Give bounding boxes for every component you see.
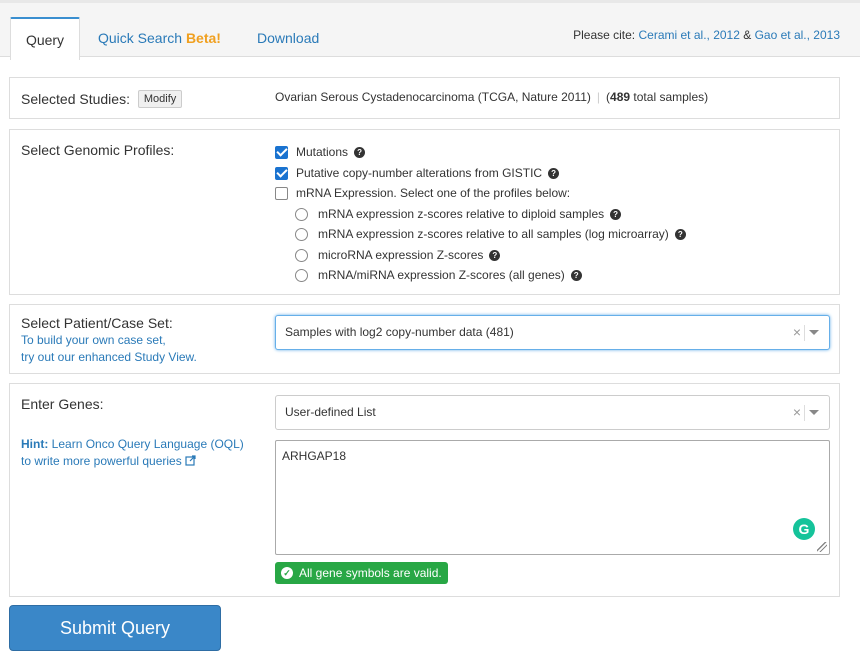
submit-query-button[interactable]: Submit Query xyxy=(9,605,221,651)
checkbox-cna[interactable]: Putative copy-number alterations from GI… xyxy=(275,166,560,180)
cite-amp: & xyxy=(743,28,752,42)
study-summary: Ovarian Serous Cystadenocarcinoma (TCGA,… xyxy=(275,90,709,104)
gene-input-textarea[interactable]: ARHGAP18 G xyxy=(275,440,830,555)
help-icon[interactable]: ? xyxy=(354,146,366,158)
selected-studies-label: Selected Studies: Modify xyxy=(21,90,183,108)
radio-label: mRNA/miRNA expression Z-scores (all gene… xyxy=(318,268,565,282)
genomic-profiles-panel: Select Genomic Profiles: Mutations ? Put… xyxy=(9,129,840,295)
clear-icon[interactable]: × xyxy=(793,396,801,429)
radio-mrna-mirna[interactable]: mRNA/miRNA expression Z-scores (all gene… xyxy=(295,268,582,282)
oql-link-line2[interactable]: to write more powerful queries xyxy=(21,454,182,468)
radio-label: microRNA expression Z-scores xyxy=(318,248,484,262)
help-icon[interactable]: ? xyxy=(548,167,560,179)
selected-studies-panel: Selected Studies: Modify Ovarian Serous … xyxy=(9,77,840,119)
radio-button[interactable] xyxy=(295,248,308,262)
checkbox-box[interactable] xyxy=(275,186,288,200)
external-link-icon[interactable] xyxy=(185,455,196,466)
study-view-link-block: To build your own case set, try out our … xyxy=(21,332,197,366)
enter-genes-label: Enter Genes: xyxy=(21,396,104,412)
sample-count: 489 xyxy=(610,90,631,104)
checkbox-box[interactable] xyxy=(275,166,288,180)
radio-button[interactable] xyxy=(295,207,308,221)
radio-button[interactable] xyxy=(295,227,308,241)
study-name: Ovarian Serous Cystadenocarcinoma (TCGA,… xyxy=(275,90,591,104)
oql-hint: Hint: Learn Onco Query Language (OQL) to… xyxy=(21,436,244,470)
checkbox-mrna[interactable]: mRNA Expression. Select one of the profi… xyxy=(275,186,570,200)
select-divider xyxy=(804,325,805,341)
checkbox-box[interactable] xyxy=(275,145,288,159)
radio-mrna-all-samples[interactable]: mRNA expression z-scores relative to all… xyxy=(295,227,686,241)
tab-query[interactable]: Query xyxy=(10,17,80,60)
hint-label: Hint: xyxy=(21,437,49,451)
citation: Please cite: Cerami et al., 2012 & Gao e… xyxy=(573,28,840,42)
select-divider xyxy=(804,405,805,421)
gene-input-value: ARHGAP18 xyxy=(282,449,347,463)
grammarly-icon[interactable]: G xyxy=(793,518,815,540)
gene-validation-badge: ✓ All gene symbols are valid. xyxy=(275,562,448,584)
checkbox-mutations[interactable]: Mutations ? xyxy=(275,145,366,159)
tab-download[interactable]: Download xyxy=(257,17,319,60)
resize-handle[interactable] xyxy=(817,542,827,552)
oql-link[interactable]: Learn Onco Query Language (OQL) xyxy=(52,437,244,451)
chevron-down-icon[interactable] xyxy=(809,410,819,415)
help-icon[interactable]: ? xyxy=(570,269,582,281)
chevron-down-icon[interactable] xyxy=(809,330,819,335)
radio-microrna[interactable]: microRNA expression Z-scores ? xyxy=(295,248,501,262)
cite-prefix: Please cite: xyxy=(573,28,636,42)
checkbox-label: Putative copy-number alterations from GI… xyxy=(296,166,543,180)
sample-count-suffix: total samples) xyxy=(633,90,709,104)
study-view-link[interactable]: try out our enhanced Study View. xyxy=(21,349,197,366)
selected-studies-text: Selected Studies: xyxy=(21,91,130,107)
radio-mrna-diploid[interactable]: mRNA expression z-scores relative to dip… xyxy=(295,207,622,221)
genomic-profiles-label: Select Genomic Profiles: xyxy=(21,142,175,158)
validation-message: All gene symbols are valid. xyxy=(299,566,442,580)
radio-label: mRNA expression z-scores relative to all… xyxy=(318,227,669,241)
enter-genes-panel: Enter Genes: Hint: Learn Onco Query Lang… xyxy=(9,383,840,597)
checkbox-label: mRNA Expression. Select one of the profi… xyxy=(296,186,571,200)
modify-button[interactable]: Modify xyxy=(137,90,183,108)
case-set-label: Select Patient/Case Set: xyxy=(21,315,173,331)
build-case-set-link[interactable]: To build your own case set, xyxy=(21,332,197,349)
clear-icon[interactable]: × xyxy=(793,316,801,349)
cite-link-gao[interactable]: Gao et al., 2013 xyxy=(755,28,840,42)
gene-list-selected-value: User-defined List xyxy=(285,405,376,419)
tab-quick-search[interactable]: Quick Search Beta! xyxy=(98,17,221,60)
radio-label: mRNA expression z-scores relative to dip… xyxy=(318,207,605,221)
top-tab-bar: Query Quick Search Beta! Download Please… xyxy=(0,0,860,60)
checkbox-label: Mutations xyxy=(296,145,349,159)
radio-button[interactable] xyxy=(295,268,308,282)
gene-list-select[interactable]: User-defined List × xyxy=(275,395,830,430)
tab-quick-search-label: Quick Search xyxy=(98,30,183,46)
check-circle-icon: ✓ xyxy=(281,567,293,579)
case-set-selected-value: Samples with log2 copy-number data (481) xyxy=(285,325,514,339)
cite-link-cerami[interactable]: Cerami et al., 2012 xyxy=(639,28,740,42)
beta-badge: Beta! xyxy=(185,30,221,46)
help-icon[interactable]: ? xyxy=(674,228,686,240)
case-set-panel: Select Patient/Case Set: To build your o… xyxy=(9,304,840,374)
help-icon[interactable]: ? xyxy=(489,249,501,261)
case-set-select[interactable]: Samples with log2 copy-number data (481)… xyxy=(275,315,830,350)
help-icon[interactable]: ? xyxy=(610,208,622,220)
